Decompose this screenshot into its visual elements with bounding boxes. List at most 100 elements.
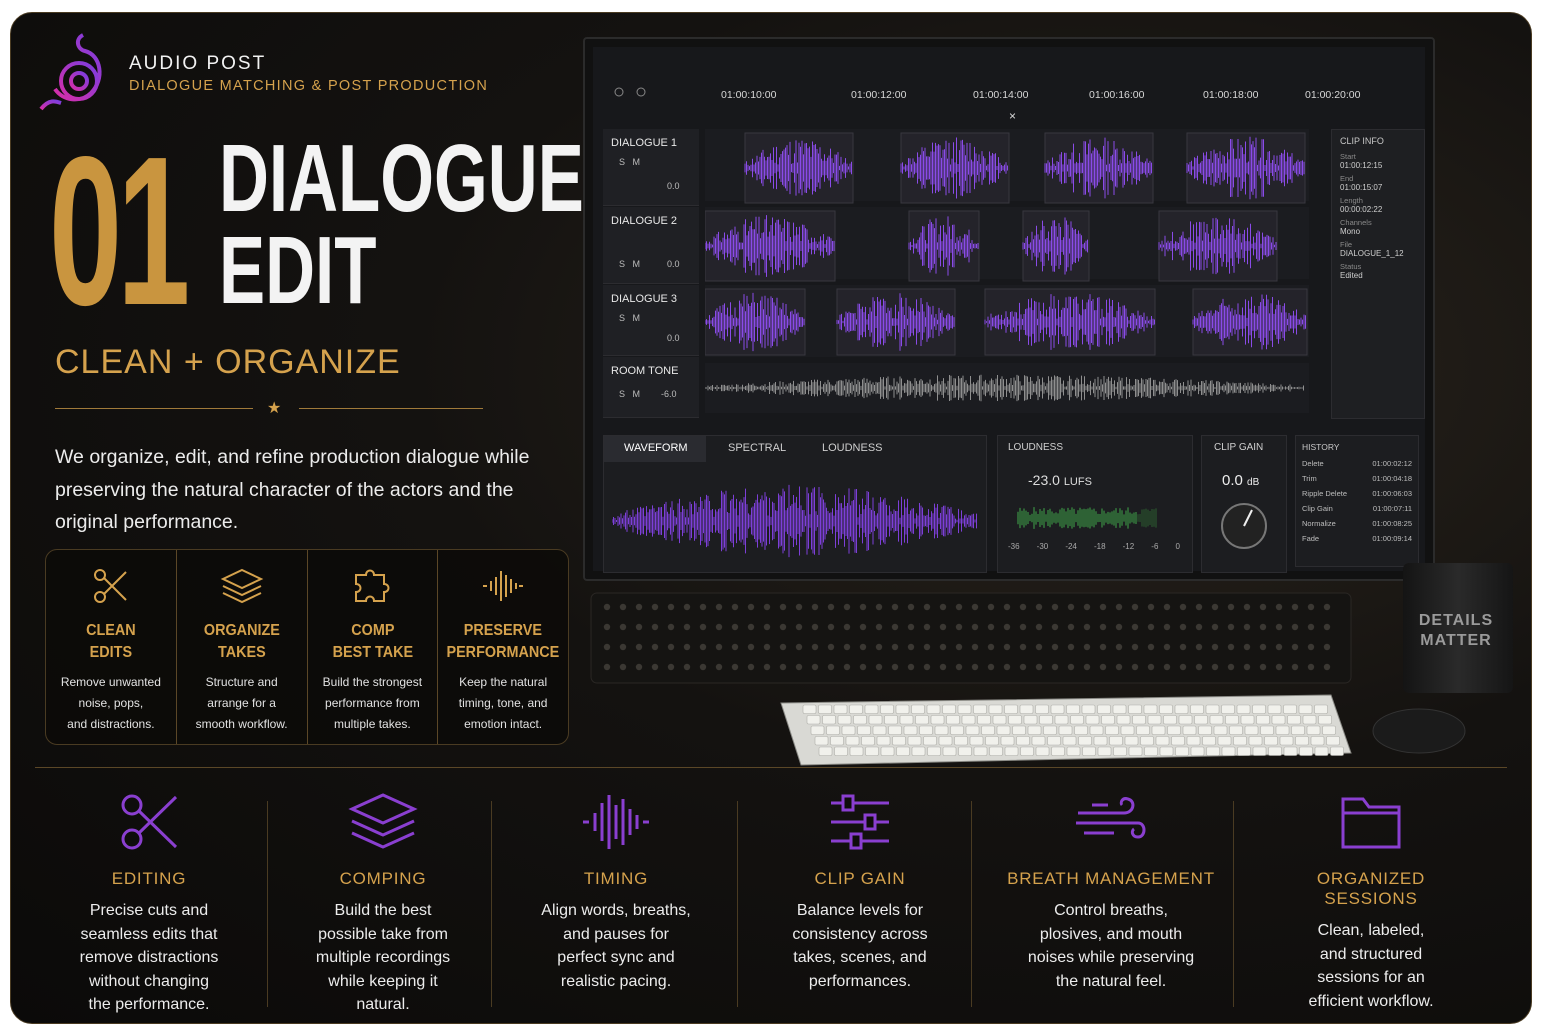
service-separator <box>971 801 972 1007</box>
track-name: DIALOGUE 2 <box>611 215 678 227</box>
feature-desc: noise, pops, <box>78 696 144 710</box>
gain-knob-icon[interactable] <box>1218 500 1270 552</box>
intro-text: We organize, edit, and refine production… <box>55 446 530 533</box>
track-header-dialogue-2[interactable]: DIALOGUE 2 S M 0.0 <box>603 207 699 284</box>
history-row[interactable]: Ripple Delete 01:00:06:03 <box>1296 486 1418 501</box>
solo-button[interactable]: S <box>619 157 625 167</box>
clip-info-label: End <box>1340 174 1354 183</box>
waveform-icon <box>483 571 524 601</box>
waveform-icon <box>583 795 649 849</box>
loudness-scale-tick: -18 <box>1093 542 1106 551</box>
tagline: CLEAN + ORGANIZE <box>55 343 401 381</box>
playhead-marker[interactable]: × <box>1009 109 1016 123</box>
mute-button[interactable]: M <box>633 313 641 323</box>
loudness-value: -23.0 <box>1028 472 1060 488</box>
section-number: 01 <box>49 112 190 349</box>
history-row[interactable]: Fade 01:00:09:14 <box>1296 531 1418 546</box>
feature-title: EDITS <box>89 644 133 661</box>
feature-comp-best-take: COMP BEST TAKE Build the strongest perform… <box>308 550 439 744</box>
service-title: CLIP GAIN <box>814 869 906 888</box>
waveform-clips[interactable] <box>705 129 1309 419</box>
track-header-dialogue-1[interactable]: DIALOGUE 1 S M 0.0 <box>603 129 699 206</box>
solo-button[interactable]: S <box>619 313 625 323</box>
history-row[interactable]: Clip Gain 01:00:07:11 <box>1296 501 1418 516</box>
service-separator <box>267 801 268 1007</box>
timecode: 01:00:18:00 <box>1203 89 1259 101</box>
feature-title: BEST TAKE <box>332 644 413 661</box>
track-volume[interactable]: -6.0 <box>661 389 677 399</box>
feature-title: ORGANIZE <box>203 622 280 639</box>
tab-spectral[interactable]: SPECTRAL <box>728 442 786 454</box>
clip-info-length: 00:00:02:22 <box>1340 205 1383 214</box>
mute-button[interactable]: M <box>633 259 641 269</box>
solo-button[interactable]: S <box>619 259 625 269</box>
track-header-dialogue-3[interactable]: DIALOGUE 3 S M 0.0 <box>603 285 699 356</box>
history-row[interactable]: Delete 01:00:02:12 <box>1296 456 1418 471</box>
service-title: ORGANIZED SESSIONS <box>1316 869 1426 908</box>
history-row[interactable]: Normalize 01:00:08:25 <box>1296 516 1418 531</box>
loudness-header: LOUDNESS <box>1008 442 1064 453</box>
loudness-scale-tick: -30 <box>1036 542 1049 551</box>
tab-waveform[interactable]: WAVEFORM <box>624 442 688 454</box>
service-title: EDITING <box>111 869 187 888</box>
history-header: HISTORY <box>1302 442 1340 452</box>
mute-button[interactable]: M <box>633 389 641 399</box>
clip-info-panel: CLIP INFO Start 01:00:12:15 End 01:00:15… <box>1331 129 1425 419</box>
feature-desc: and distractions. <box>67 717 155 731</box>
feature-desc: emotion intact. <box>464 717 543 731</box>
service-breath-management: BREATH MANAGEMENT Control breaths, plosiv… <box>1003 783 1219 1009</box>
loudness-meter <box>1017 507 1157 529</box>
clip-gain-panel: CLIP GAIN 0.0 dB <box>1201 435 1287 573</box>
clip-info-label: Length <box>1340 196 1363 205</box>
timecode: 01:00:16:00 <box>1089 89 1145 101</box>
loudness-panel: LOUDNESS -23.0 LUFS -36 -30 -24 -18 -12 -6 0 <box>997 435 1193 573</box>
history-row[interactable]: Trim 01:00:04:18 <box>1296 471 1418 486</box>
timecode: 01:00:14:00 <box>973 89 1029 101</box>
mute-button[interactable]: M <box>633 157 641 167</box>
layers-icon <box>220 568 263 604</box>
transport-icon <box>614 87 646 97</box>
feature-desc: Build the strongest <box>322 675 423 689</box>
feature-organize-takes: ORGANIZE TAKES Structure and arrange for a… <box>177 550 308 744</box>
track-volume[interactable]: 0.0 <box>667 181 680 191</box>
feature-desc: Structure and <box>205 675 278 689</box>
service-desc: Align words, breaths, and pauses for perfe… <box>541 902 691 990</box>
feature-title: CLEAN <box>86 622 136 639</box>
clip-info-label: Start <box>1340 152 1356 161</box>
timecode: 01:00:10:00 <box>721 89 777 101</box>
section-title-line1: DIALOGUE <box>219 125 584 232</box>
waveform-panel: WAVEFORM SPECTRAL LOUDNESS <box>603 435 987 573</box>
clip-info-label: Status <box>1340 262 1362 271</box>
solo-button[interactable]: S <box>619 389 625 399</box>
brand-logo <box>39 33 102 111</box>
loudness-scale-tick: -6 <box>1151 542 1159 551</box>
service-separator <box>737 801 738 1007</box>
clip-info-start: 01:00:12:15 <box>1340 161 1383 170</box>
poster-frame: AUDIO POST DIALOGUE MATCHING & POST PROD… <box>10 12 1532 1024</box>
service-comping: COMPING Build the best possible take from… <box>283 783 483 1013</box>
service-organized-sessions: ORGANIZED SESSIONS Clean, labeled, and st… <box>1271 783 1471 1010</box>
track-volume[interactable]: 0.0 <box>667 333 680 343</box>
wind-icon <box>1076 797 1146 839</box>
feature-desc: performance from <box>325 696 420 710</box>
track-header-room-tone[interactable]: ROOM TONE S M -6.0 <box>603 357 699 418</box>
track-volume[interactable]: 0.0 <box>667 259 680 269</box>
sliders-icon <box>831 794 889 850</box>
service-clip-gain: CLIP GAIN Balance levels for consistency … <box>757 783 963 1009</box>
layers-icon <box>348 793 418 849</box>
waveform-overview[interactable] <box>612 476 978 566</box>
service-timing: TIMING Align words, breaths, and pauses f… <box>511 783 721 1009</box>
tab-loudness[interactable]: LOUDNESS <box>822 442 883 454</box>
feature-box: CLEAN EDITS Remove unwanted noise, pops, an… <box>45 549 569 745</box>
feature-title: COMP <box>350 622 394 639</box>
services-row: EDITING Precise cuts and seamless edits t… <box>35 783 1505 1013</box>
brand-title: AUDIO POST <box>129 53 267 74</box>
loudness-scale-tick: 0 <box>1175 542 1180 551</box>
clip-info-file: DIALOGUE_1_12 <box>1340 249 1404 258</box>
clip-info-channels: Mono <box>1340 227 1361 236</box>
service-desc: Build the best possible take from multiple… <box>315 902 451 1013</box>
service-title: BREATH MANAGEMENT <box>1007 869 1215 888</box>
clip-gain-header: CLIP GAIN <box>1214 442 1264 453</box>
clip-info-status: Edited <box>1340 271 1363 280</box>
service-separator <box>491 801 492 1007</box>
